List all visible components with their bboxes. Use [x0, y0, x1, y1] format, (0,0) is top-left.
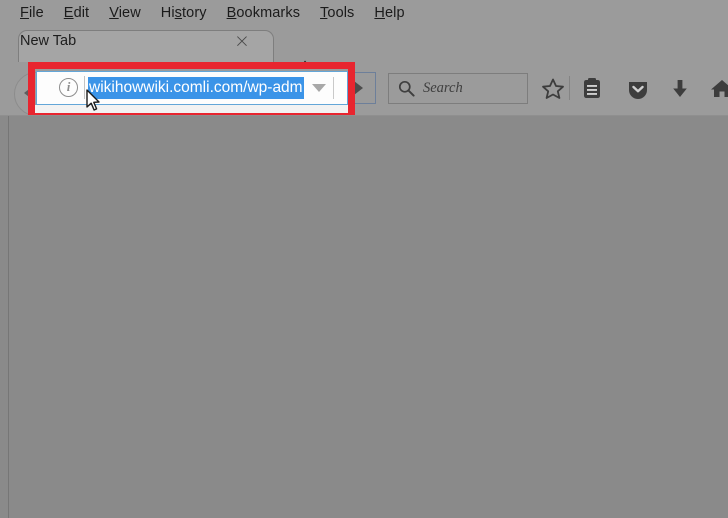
- tab-title: New Tab: [20, 33, 77, 49]
- forward-arrow-icon: [354, 81, 363, 95]
- url-input-value[interactable]: wikihowwiki.comli.com/wp-adm: [88, 77, 304, 99]
- info-circle-icon[interactable]: i: [59, 78, 78, 97]
- menu-edit-label: dit: [73, 5, 90, 21]
- menu-file-accesskey: F: [20, 5, 29, 21]
- tab-strip: New Tab × +: [0, 26, 728, 80]
- page-content-area: [0, 116, 728, 518]
- menu-edit[interactable]: Edit: [54, 5, 99, 21]
- menu-bookmarks-label: ookmarks: [236, 5, 301, 21]
- menu-history-prefix: Hi: [160, 5, 175, 21]
- menu-view-label: iew: [118, 5, 141, 21]
- menu-file-label: ile: [28, 5, 44, 21]
- menu-history[interactable]: History: [151, 5, 217, 21]
- pocket-icon[interactable]: [625, 76, 651, 102]
- menu-history-accesskey: s: [174, 5, 183, 21]
- toolbar-divider: [569, 76, 570, 100]
- menu-edit-accesskey: E: [63, 5, 74, 21]
- menu-history-label: tory: [182, 5, 207, 21]
- tab-close-icon[interactable]: ×: [232, 32, 252, 52]
- menu-bar: File Edit View History Bookmarks Tools H…: [0, 0, 728, 26]
- menu-view[interactable]: View: [99, 5, 151, 21]
- menu-view-accesskey: V: [109, 5, 119, 21]
- home-icon[interactable]: [709, 76, 728, 102]
- back-arrow-icon: [24, 86, 33, 100]
- menu-help-accesskey: H: [374, 5, 385, 21]
- search-icon: [398, 80, 415, 97]
- bookmark-star-icon[interactable]: [540, 76, 566, 102]
- url-go-divider: [333, 77, 334, 99]
- menu-file[interactable]: File: [10, 5, 54, 21]
- menu-help[interactable]: Help: [364, 5, 414, 21]
- search-placeholder-text: Search: [423, 80, 463, 96]
- menu-bookmarks[interactable]: Bookmarks: [217, 5, 310, 21]
- reader-list-icon[interactable]: [579, 76, 605, 102]
- download-icon[interactable]: [667, 76, 693, 102]
- window-left-edge: [8, 116, 9, 518]
- menu-tools-label: ools: [327, 5, 355, 21]
- menu-tools[interactable]: Tools: [310, 5, 364, 21]
- url-divider: [84, 76, 85, 99]
- menu-help-label: elp: [384, 5, 405, 21]
- chevron-down-icon[interactable]: [312, 84, 326, 92]
- menu-bookmarks-accesskey: B: [226, 5, 237, 21]
- browser-window: File Edit View History Bookmarks Tools H…: [0, 0, 728, 518]
